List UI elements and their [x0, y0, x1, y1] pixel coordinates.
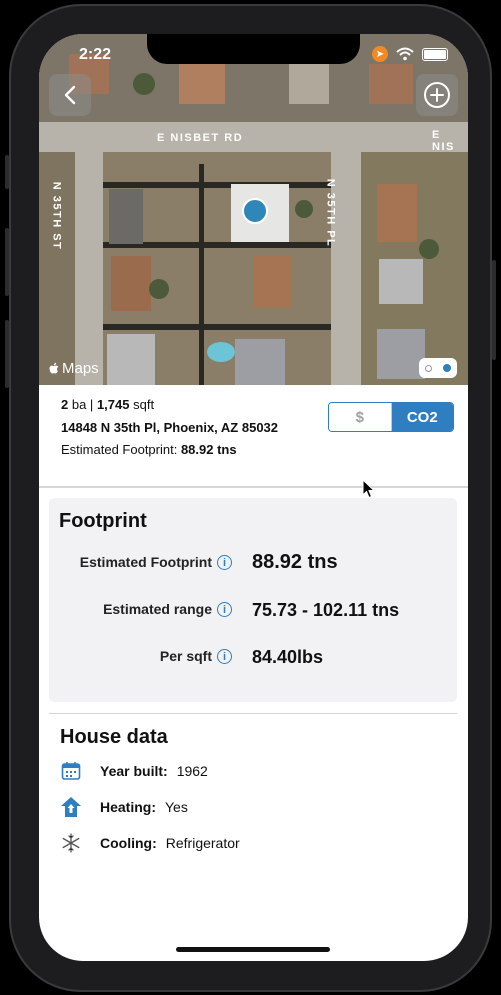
section-divider	[49, 713, 457, 714]
volume-up-button	[5, 228, 9, 296]
estimated-footprint-value: 88.92 tns	[252, 551, 338, 573]
cooling-row: Cooling: Refrigerator	[60, 831, 240, 855]
baths-unit: ba |	[71, 397, 94, 412]
property-address: 14848 N 35th Pl, Phoenix, AZ 85032	[61, 420, 279, 435]
heating-label: Heating:	[100, 799, 156, 815]
per-sqft-label: Per sqft	[159, 648, 212, 664]
baths-count: 2	[61, 397, 69, 412]
home-indicator[interactable]	[176, 947, 330, 952]
map-type-toggle[interactable]	[419, 358, 457, 378]
sqft-unit: sqft	[133, 397, 155, 412]
street-label-top-right: E NIS	[432, 129, 455, 153]
plus-circle-icon	[424, 82, 450, 108]
add-button[interactable]	[416, 74, 458, 116]
street-label-top: E NISBET RD	[157, 132, 244, 144]
status-time: 2:22	[79, 46, 112, 63]
house-data-title: House data	[60, 726, 168, 748]
footprint-summary-label: Estimated Footprint:	[61, 442, 178, 457]
heating-icon	[60, 796, 82, 818]
map-type-option-1[interactable]	[424, 364, 432, 372]
unit-toggle[interactable]: $ CO2	[328, 402, 454, 432]
wifi-icon	[396, 47, 414, 61]
toggle-dollar[interactable]: $	[329, 403, 392, 431]
property-specs: 2 ba | 1,745 sqft	[61, 397, 154, 412]
location-services-icon: ➤	[372, 46, 388, 62]
info-icon[interactable]: i	[217, 649, 232, 664]
estimated-range-value: 75.73 - 102.11 tns	[252, 600, 400, 620]
apple-maps-attribution: Maps	[49, 360, 99, 377]
back-button[interactable]	[49, 74, 91, 116]
per-sqft-value: 84.40lbs	[252, 647, 324, 667]
heating-value: Yes	[165, 799, 188, 815]
info-icon[interactable]: i	[217, 602, 232, 617]
mute-switch	[5, 155, 9, 189]
map-type-option-2[interactable]	[443, 364, 452, 372]
cooling-label: Cooling:	[100, 835, 157, 851]
estimated-range-label: Estimated range	[103, 601, 212, 617]
section-divider	[39, 486, 468, 488]
toggle-co2[interactable]: CO2	[391, 403, 453, 431]
footprint-card: Footprint Estimated Footprint i 88.92 tn…	[49, 498, 457, 702]
app-screen: E NISBET RD E NIS N 35TH ST N 35TH PL Ma…	[39, 34, 468, 961]
footprint-summary-value: 88.92 tns	[180, 442, 237, 457]
year-built-row: Year built: 1962	[60, 759, 208, 783]
volume-down-button	[5, 320, 9, 388]
apple-logo-icon	[49, 362, 59, 374]
location-pin[interactable]	[242, 198, 268, 224]
footprint-title: Footprint	[59, 510, 147, 532]
satellite-map[interactable]: E NISBET RD E NIS N 35TH ST N 35TH PL Ma…	[39, 34, 468, 385]
estimated-footprint-label: Estimated Footprint	[79, 554, 212, 570]
year-built-label: Year built:	[100, 763, 168, 779]
battery-icon	[422, 47, 448, 61]
info-icon[interactable]: i	[217, 555, 232, 570]
street-label-left: N 35TH ST	[50, 181, 63, 251]
calendar-icon	[60, 760, 82, 782]
property-summary: 2 ba | 1,745 sqft 14848 N 35th Pl, Phoen…	[39, 385, 468, 488]
mouse-cursor-icon	[362, 479, 376, 499]
chevron-left-icon	[64, 85, 76, 105]
cooling-value: Refrigerator	[165, 835, 240, 851]
snowflake-icon	[60, 832, 82, 854]
notch	[147, 34, 360, 64]
power-button	[492, 260, 496, 360]
status-icons: ➤	[372, 46, 448, 62]
heating-row: Heating: Yes	[60, 795, 188, 819]
sqft-value: 1,745	[96, 397, 130, 412]
year-built-value: 1962	[176, 763, 208, 779]
estimated-footprint-summary: Estimated Footprint: 88.92 tns	[61, 442, 237, 457]
maps-attribution-text: Maps	[62, 360, 99, 377]
street-label-right: N 35TH PL	[324, 178, 337, 248]
